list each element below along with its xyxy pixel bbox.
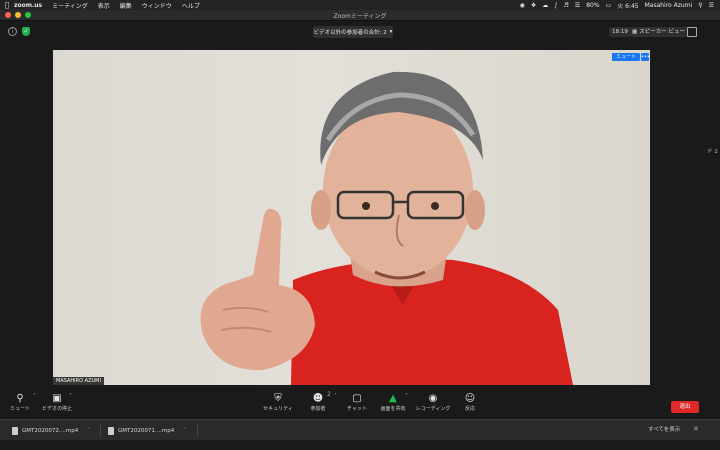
side-panel-tag: ド 2 (707, 149, 718, 155)
meeting-info-icon[interactable]: i (8, 27, 17, 36)
screen:  zoom.us ミーティング 表示 編集 ウィンドウ ヘルプ ◉ ❖ ☁ ∫… (0, 0, 720, 450)
zoom-status-icon[interactable]: ◉ (520, 2, 525, 9)
mute-button[interactable]: ⚲ ミュート (6, 387, 34, 417)
record-label: レコーディング (415, 405, 451, 412)
participants-count: 2 (327, 391, 331, 398)
meeting-top-bar: i ✓ ビデオ以外の参加者の合計: 2 ▾ 18:19 ▦ スピーカー ビュー (0, 21, 720, 43)
download-filename: GMT2020071....mp4 (118, 427, 175, 434)
battery-percent[interactable]: 80% (586, 2, 599, 9)
wifi-icon[interactable]: ☰ (575, 2, 580, 9)
menubar-status-area: ◉ ❖ ☁ ∫ ♬ ☰ 80% ▭ 火 6:45 Masahiro Azumi … (520, 0, 714, 10)
fullscreen-icon[interactable] (687, 27, 697, 37)
volume-icon[interactable]: ♬ (563, 2, 568, 9)
video-camera-icon: ▣ (52, 392, 62, 404)
downloads-bar: GMT2020072....mp4 ˄ GMT2020071....mp4 ˄ … (0, 419, 720, 440)
share-options-chevron-icon[interactable]: ˄ (405, 393, 408, 400)
encryption-shield-icon[interactable]: ✓ (22, 27, 30, 36)
menu-edit[interactable]: 編集 (120, 1, 132, 10)
share-screen-button[interactable]: ▲ 画面を共有 (378, 387, 408, 417)
menu-window[interactable]: ウィンドウ (142, 1, 172, 10)
video-options-chevron-icon[interactable]: ˄ (69, 393, 72, 400)
divider (197, 424, 198, 437)
reactions-button[interactable]: ☺ 反応 (460, 387, 480, 417)
meeting-timer: 18:19 (609, 27, 631, 37)
participants-label: 参加者 (310, 405, 326, 412)
stop-video-button[interactable]: ▣ ビデオの停止 (40, 387, 74, 417)
cloud-icon[interactable]: ☁ (542, 2, 548, 9)
participants-filter-label: ビデオ以外の参加者の合計: 2 (313, 30, 387, 36)
chevron-down-icon: ▾ (389, 29, 393, 35)
mute-participant-button[interactable]: ミュート (611, 53, 640, 61)
file-icon (108, 426, 114, 435)
participants-options-chevron-icon[interactable]: ˄ (334, 393, 337, 400)
download-item[interactable]: GMT2020072....mp4 ˄ (12, 424, 91, 437)
record-button[interactable]: ◉ レコーディング (414, 387, 452, 417)
chevron-up-icon[interactable]: ˄ (184, 428, 187, 434)
menu-view[interactable]: 表示 (98, 1, 110, 10)
battery-icon[interactable]: ▭ (606, 2, 612, 9)
meeting-toolbar: ⚲ ミュート ˄ ▣ ビデオの停止 ˄ ⛨ セキュリティ ☻ 参加者 2 ˄ ▢… (0, 387, 720, 417)
grid-icon: ▦ (632, 29, 638, 35)
dropbox-icon[interactable]: ❖ (531, 2, 536, 9)
security-label: セキュリティ (263, 405, 293, 412)
window-titlebar: Zoomミーティング (0, 10, 720, 21)
audio-options-chevron-icon[interactable]: ˄ (33, 393, 36, 400)
leave-meeting-button[interactable]: 退出 (671, 401, 699, 413)
download-item[interactable]: GMT2020071....mp4 ˄ (108, 424, 187, 437)
participants-filter-dropdown[interactable]: ビデオ以外の参加者の合計: 2 ▾ (313, 26, 393, 38)
chat-button[interactable]: ▢ チャット (344, 387, 370, 417)
close-icon[interactable]: ✕ (693, 425, 699, 433)
user-name[interactable]: Masahiro Azumi (645, 2, 693, 9)
participant-name-tag: MASAHIRO AZUMI (53, 377, 104, 385)
window-title: Zoomミーティング (333, 13, 387, 20)
shield-icon: ⛨ (274, 392, 282, 404)
clock[interactable]: 火 6:45 (617, 1, 638, 10)
divider (100, 424, 101, 437)
spotlight-icon[interactable]: ⚲ (698, 2, 702, 9)
share-screen-icon: ▲ (389, 392, 397, 404)
reactions-label: 反応 (464, 405, 475, 412)
macos-menubar:  zoom.us ミーティング 表示 編集 ウィンドウ ヘルプ ◉ ❖ ☁ ∫… (0, 0, 720, 10)
speaker-view-label: スピーカー ビュー (639, 29, 685, 35)
chevron-up-icon[interactable]: ˄ (88, 428, 91, 434)
people-icon: ☻ (312, 392, 324, 404)
stop-video-label: ビデオの停止 (41, 405, 72, 412)
app-menu[interactable]: zoom.us (14, 2, 42, 9)
download-filename: GMT2020072....mp4 (22, 427, 79, 434)
chat-label: チャット (347, 405, 367, 412)
notification-center-icon[interactable]: ☰ (709, 2, 714, 9)
record-icon: ◉ (428, 392, 438, 404)
microphone-icon: ⚲ (16, 392, 24, 404)
share-screen-label: 画面を共有 (380, 405, 406, 412)
video-tile[interactable]: ミュート ••• MASAHIRO AZUMI (53, 50, 650, 385)
menu-help[interactable]: ヘルプ (182, 1, 200, 10)
more-options-button[interactable]: ••• (641, 53, 650, 61)
file-icon (12, 426, 18, 435)
apple-icon[interactable]:  (0, 1, 14, 9)
chat-bubble-icon: ▢ (352, 392, 362, 404)
speaker-view-button[interactable]: ▦ スピーカー ビュー (629, 27, 688, 37)
mute-label: ミュート (9, 405, 30, 412)
bluetooth-icon[interactable]: ∫ (554, 2, 557, 9)
smiley-icon: ☺ (464, 392, 476, 404)
zoom-window: Zoomミーティング i ✓ ビデオ以外の参加者の合計: 2 ▾ 18:19 ▦… (0, 10, 720, 450)
participant-video (200, 71, 573, 385)
menu-meeting[interactable]: ミーティング (52, 1, 88, 10)
security-button[interactable]: ⛨ セキュリティ (262, 387, 294, 417)
show-all-downloads-button[interactable]: すべてを表示 (648, 424, 680, 437)
